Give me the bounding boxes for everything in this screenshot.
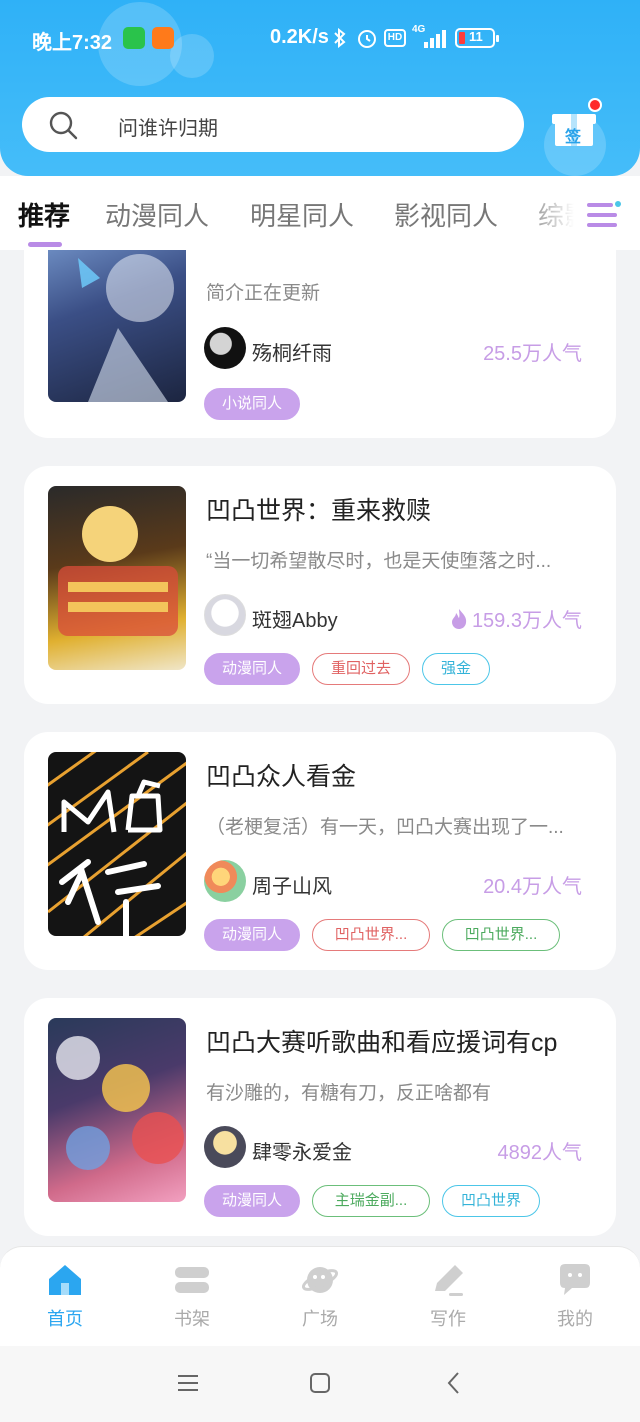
tabs-fade [520,176,640,248]
book-title: 凹凸大赛听歌曲和看应援词有cp [206,1029,558,1057]
book-cover-art [58,506,178,636]
book-title: 凹凸众人看金 [206,763,357,791]
checkin-button[interactable]: 签 [550,98,602,148]
author-avatar[interactable] [204,327,246,369]
book-desc: （老梗复活）有一天，凹凸大赛出现了一... [206,817,564,838]
bookshelf-icon [175,1267,209,1293]
book-card[interactable]: 凹凸大赛听歌曲和看应援词有cp 有沙雕的，有糖有刀，反正啥都有 肆零永爱金 48… [24,998,616,1236]
home-button-icon[interactable] [307,1370,333,1396]
battery-level: 11 [469,29,483,44]
popularity-value: 25.5万人气 [483,343,582,365]
book-title: 凹凸世界：重来救赎 [206,497,432,525]
book-cover[interactable] [48,752,186,936]
nav-label: 首页 [47,1309,83,1329]
taobao-icon [152,27,174,49]
book-desc: 有沙雕的，有糖有刀，反正啥都有 [206,1083,492,1104]
bluetooth-icon [334,28,346,48]
status-bar: 晚上7:32 0.2K/s HD 4G 11 [0,0,640,80]
author-name[interactable]: 殇桐纤雨 [252,337,332,366]
tag[interactable]: 动漫同人 [204,919,300,951]
popularity-value: 159.3万人气 [471,610,582,632]
tag[interactable]: 凹凸世界... [312,919,430,951]
nav-label: 广场 [302,1309,338,1329]
popularity-value: 20.4万人气 [483,876,582,898]
flame-icon [451,608,467,629]
profile-chat-icon [560,1264,590,1295]
notification-dot [588,98,602,112]
nav-mine[interactable]: 我的 [530,1261,620,1331]
author-name[interactable]: 周子山风 [252,870,332,899]
nav-label: 我的 [557,1309,593,1329]
nav-home[interactable]: 首页 [20,1261,110,1331]
popularity: 25.5万人气 [483,337,582,366]
author-avatar[interactable] [204,1126,246,1168]
nav-square[interactable]: 广场 [275,1261,365,1331]
book-cover[interactable] [48,1018,186,1202]
author-avatar[interactable] [204,594,246,636]
book-desc: 简介正在更新 [206,283,321,304]
search-bar[interactable]: 问谁许归期 [22,97,524,152]
nav-write[interactable]: 写作 [403,1261,493,1331]
battery-icon: 11 [455,28,499,48]
tag[interactable]: 主瑞金副... [312,1185,430,1217]
system-nav-bar [0,1346,640,1422]
hd-icon: HD [384,29,406,47]
popularity: 4892人气 [498,1136,583,1165]
bottom-nav: 首页 书架 广场 写作 我的 [0,1246,640,1346]
book-cover[interactable] [48,486,186,670]
book-desc: “当一切希望散尽时，也是天使堕落之时... [206,551,552,572]
tag[interactable]: 凹凸世界 [442,1185,540,1217]
tag[interactable]: 凹凸世界... [442,919,560,951]
home-icon [49,1265,81,1295]
author-name[interactable]: 肆零永爱金 [252,1136,352,1165]
popularity: 159.3万人气 [450,604,582,633]
back-icon[interactable] [441,1370,467,1396]
tab-celebrity-fanfic[interactable]: 明星同人 [250,196,354,233]
author-avatar[interactable] [204,860,246,902]
recent-apps-icon[interactable] [175,1370,201,1396]
planet-icon [301,1267,339,1293]
tag[interactable]: 强金 [422,653,490,685]
book-card[interactable]: 凹凸众人看金 （老梗复活）有一天，凹凸大赛出现了一... 周子山风 20.4万人… [24,732,616,970]
status-net-speed: 0.2K/s [270,26,329,48]
book-cover-art [48,752,186,936]
checkin-label: 签 [565,129,582,146]
active-tab-indicator [28,242,62,247]
nav-bookshelf[interactable]: 书架 [147,1261,237,1331]
popularity-value: 4892人气 [497,1142,583,1164]
popularity: 20.4万人气 [483,870,582,899]
tag[interactable]: 动漫同人 [204,1185,300,1217]
tag[interactable]: 小说同人 [204,388,300,420]
tab-film-fanfic[interactable]: 影视同人 [394,196,498,233]
nav-label: 写作 [430,1309,466,1329]
signal-icon [424,30,446,48]
status-time: 晚上7:32 [32,32,113,54]
tab-anime-fanfic[interactable]: 动漫同人 [105,196,209,233]
search-placeholder: 问谁许归期 [118,118,218,140]
nav-label: 书架 [174,1309,210,1329]
wechat-icon [123,27,145,49]
pen-icon [435,1265,463,1296]
book-card[interactable]: 凹凸世界：重来救赎 “当一切希望散尽时，也是天使堕落之时... 斑翅Abby 1… [24,466,616,704]
tag[interactable]: 重回过去 [312,653,410,685]
search-icon [49,111,78,140]
menu-icon[interactable] [587,200,621,230]
app-header: 晚上7:32 0.2K/s HD 4G 11 问谁许归期 签 [0,0,640,176]
tab-recommend[interactable]: 推荐 [18,196,70,233]
tag[interactable]: 动漫同人 [204,653,300,685]
book-cover-art [56,1036,184,1170]
author-name[interactable]: 斑翅Abby [252,604,338,633]
alarm-icon [358,30,376,48]
